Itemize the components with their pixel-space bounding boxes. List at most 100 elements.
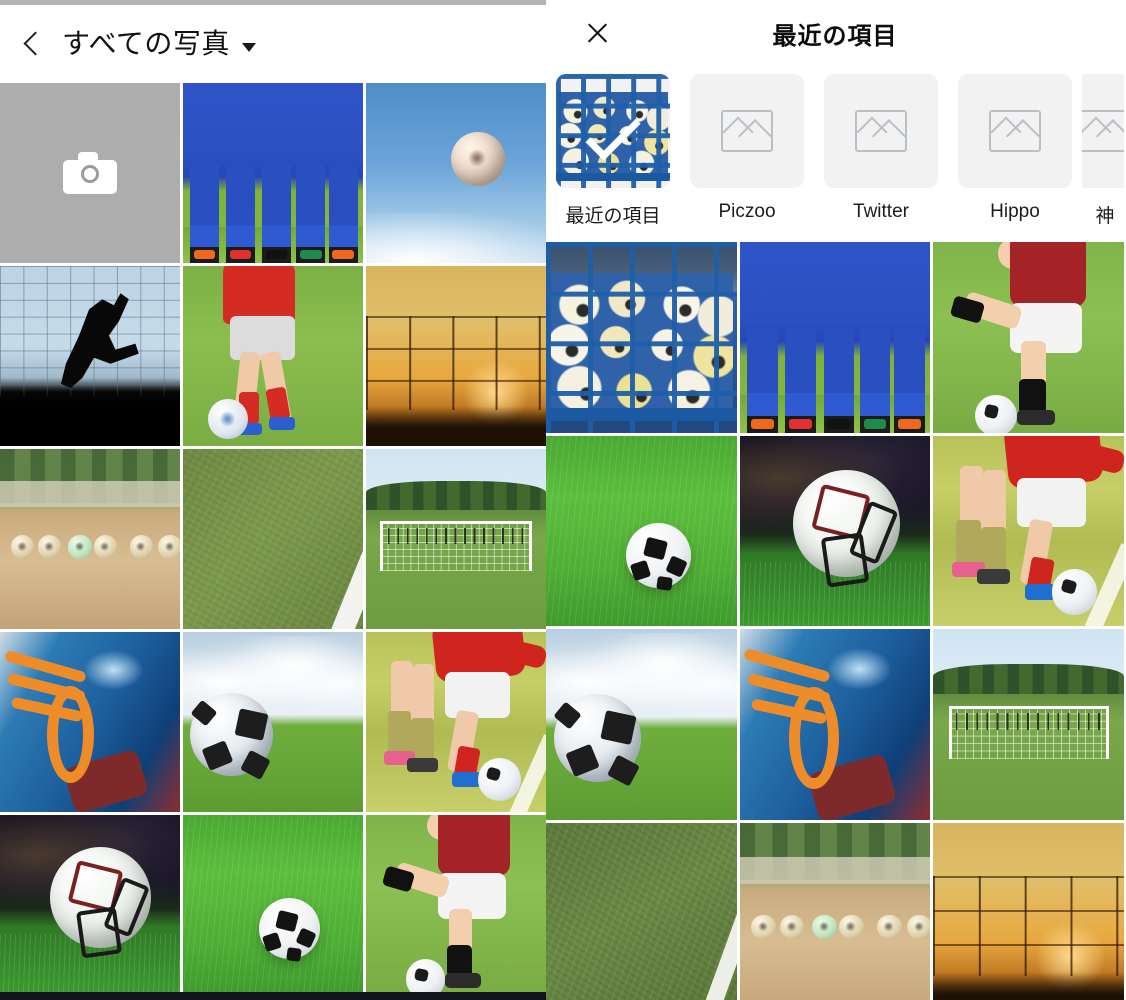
thumbnail-image <box>183 449 363 629</box>
soccer-ball <box>779 914 805 940</box>
album-thumbnail <box>556 74 670 188</box>
background-wall <box>0 481 180 507</box>
album-thumbnail <box>958 74 1072 188</box>
left-photo-picker-panel: すべての写真 <box>0 0 546 1000</box>
player-shoe <box>300 250 322 260</box>
photo-tile-sunset-fence[interactable] <box>933 823 1124 1000</box>
photo-tile-modern-ball-dark[interactable] <box>739 435 931 627</box>
player-leg <box>859 327 891 433</box>
player-shoe <box>827 419 851 429</box>
player-boot <box>1024 584 1056 600</box>
photo-tile-blue-team-huddle[interactable] <box>183 83 363 263</box>
photo-tile-sunset-fence[interactable] <box>366 266 546 446</box>
photo-tile-red-six-shooting[interactable] <box>366 815 546 995</box>
photo-tile-goal-on-pitch[interactable] <box>366 449 546 629</box>
player-torso <box>222 266 295 324</box>
thumbnail-image <box>739 435 931 627</box>
photo-tile-modern-ball-dark[interactable] <box>0 815 180 995</box>
album-strip[interactable]: 最近の項目 Piczoo Twitter Hippo 神 <box>546 66 1124 242</box>
player-sock <box>447 944 473 977</box>
photo-tile-ball-bright-grass[interactable] <box>546 435 737 627</box>
thumbnail-image <box>933 823 1124 1000</box>
foreground-shadow <box>0 384 180 446</box>
close-icon[interactable] <box>582 18 612 48</box>
image-placeholder-icon <box>721 110 773 152</box>
album-item-piczoo[interactable]: Piczoo <box>680 74 814 232</box>
left-panel-header: すべての写真 <box>0 5 546 83</box>
album-item-twitter[interactable]: Twitter <box>814 74 948 232</box>
photo-tile-ball-in-sky[interactable] <box>366 83 546 263</box>
photo-tile-red-six-shooting[interactable] <box>933 242 1124 433</box>
fence <box>366 316 546 410</box>
soccer-ball <box>10 535 35 559</box>
soccer-ball <box>208 399 248 439</box>
player-leg <box>226 164 255 263</box>
player-leg <box>747 327 778 433</box>
photo-tile-grass-with-line[interactable] <box>183 449 363 629</box>
right-album-picker-panel: 最近の項目 最近の項目 Piczoo Twitter Hippo 神 <box>546 0 1124 1000</box>
thumbnail-image <box>546 435 737 627</box>
player-leg <box>296 164 326 263</box>
thumbnail-image <box>739 823 931 1000</box>
thumbnail-image <box>366 266 546 446</box>
soccer-ball <box>477 758 521 802</box>
soccer-ball <box>907 914 931 940</box>
photo-tile-goal-on-pitch[interactable] <box>933 629 1124 821</box>
camera-shortcut-tile[interactable] <box>0 83 180 263</box>
photo-tile-blue-cleat-orange-laces[interactable] <box>0 632 180 812</box>
player-jersey <box>438 815 510 877</box>
player-boot <box>1017 409 1056 426</box>
player-shoe <box>751 419 774 429</box>
soccer-ball <box>158 535 180 559</box>
right-panel-header: 最近の項目 <box>546 0 1124 66</box>
photo-tile-balls-on-dirt[interactable] <box>0 449 180 629</box>
thumbnail-image <box>183 815 363 995</box>
album-item-hippo[interactable]: Hippo <box>948 74 1082 232</box>
player-leg <box>785 327 816 433</box>
album-thumbnail <box>824 74 938 188</box>
chevron-down-icon[interactable] <box>241 42 256 52</box>
photo-tile-two-players-duel[interactable] <box>933 435 1124 627</box>
photo-tile-ball-cage[interactable] <box>546 242 737 433</box>
album-item-partial[interactable]: 神 <box>1082 74 1124 232</box>
thumbnail-image <box>546 242 737 433</box>
soccer-ball <box>129 535 153 559</box>
thumbnail-image <box>366 815 546 995</box>
thumbnail-image <box>183 632 363 812</box>
photo-tile-red-player-dribbling[interactable] <box>183 266 363 446</box>
player-jersey <box>1009 242 1086 307</box>
thumbnail-image <box>0 632 180 812</box>
soccer-ball <box>405 959 446 995</box>
thumbnail-image <box>933 242 1124 433</box>
album-thumbnail <box>1082 74 1124 188</box>
thumbnail-image <box>366 449 546 629</box>
photo-tile-goalkeeper-silhouette[interactable] <box>0 266 180 446</box>
player-leg <box>823 327 855 433</box>
soccer-ball <box>876 914 902 940</box>
photo-tile-blue-cleat-orange-laces[interactable] <box>739 629 931 821</box>
player-boot <box>445 973 482 988</box>
player-shorts <box>445 671 510 719</box>
fence <box>933 876 1124 976</box>
player-shoe <box>265 250 288 260</box>
back-chevron-icon[interactable] <box>18 29 48 59</box>
album-item-recent[interactable]: 最近の項目 <box>546 74 680 232</box>
photo-tile-two-players-duel[interactable] <box>366 632 546 812</box>
photo-tile-balls-on-dirt[interactable] <box>739 823 931 1000</box>
album-title: すべての写真 <box>62 28 230 59</box>
player-boot <box>269 417 295 430</box>
player-boot <box>407 758 438 773</box>
photo-tile-grass-with-line[interactable] <box>546 823 737 1000</box>
soccer-ball <box>975 394 1018 433</box>
photo-tile-classic-ball-clouds[interactable] <box>546 629 737 821</box>
ball-panel <box>655 575 673 592</box>
photo-tile-ball-bright-grass[interactable] <box>183 815 363 995</box>
player-shoe <box>789 419 813 429</box>
soccer-ball <box>751 914 776 940</box>
photo-tile-blue-team-huddle[interactable] <box>739 242 931 433</box>
distant-players <box>387 528 525 545</box>
page-title: 最近の項目 <box>772 22 898 50</box>
player-shoe <box>332 250 354 260</box>
background-wall <box>739 857 931 885</box>
photo-tile-classic-ball-clouds[interactable] <box>183 632 363 812</box>
